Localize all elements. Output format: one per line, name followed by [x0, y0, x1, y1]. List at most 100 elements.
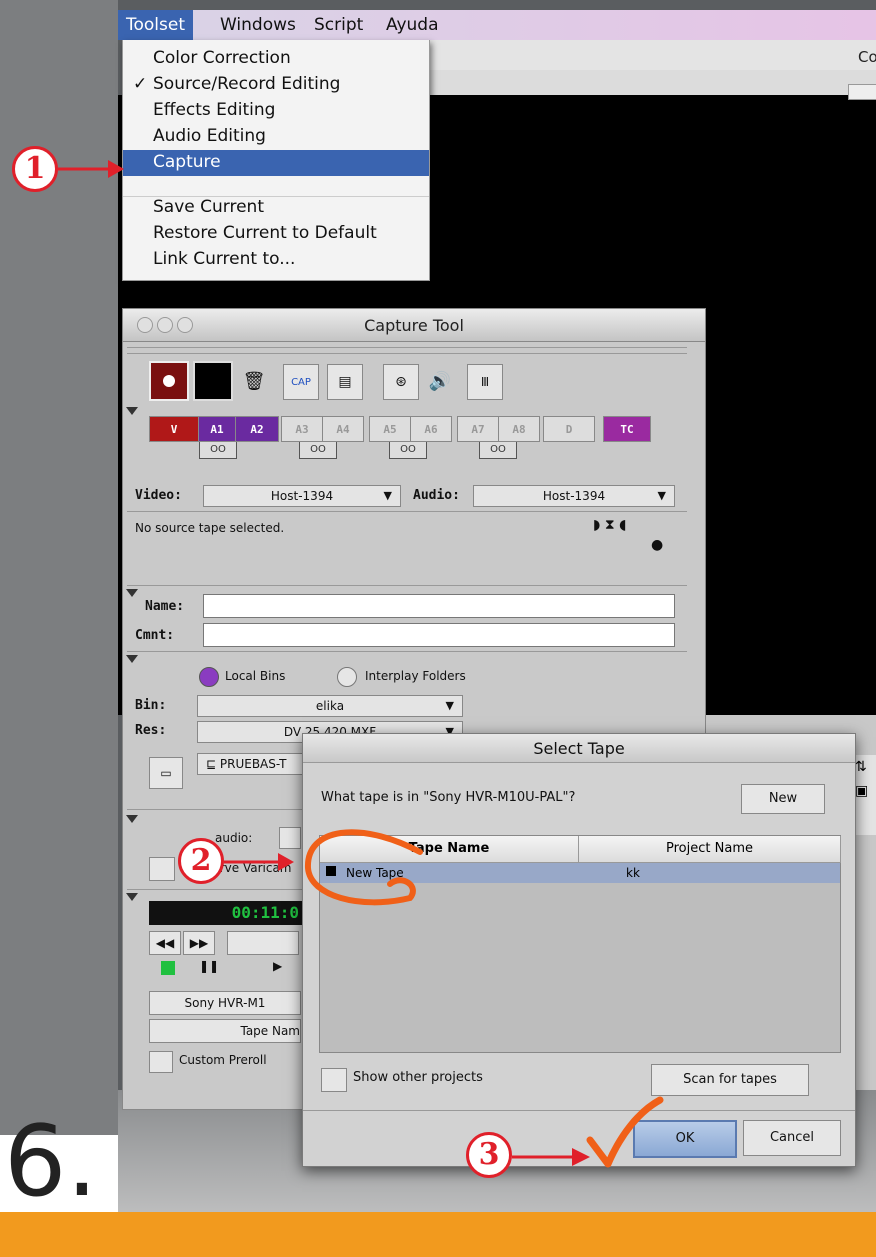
toolset-menu: Color Correction ✓ Source/Record Editing …	[122, 40, 430, 281]
menu-item-audio-editing[interactable]: Audio Editing	[123, 124, 429, 150]
window-toolbar	[428, 70, 876, 95]
shuttle-bar[interactable]	[227, 931, 299, 955]
menu-windows[interactable]: Windows	[220, 15, 296, 35]
track-d[interactable]: D	[543, 416, 595, 442]
trash-icon[interactable]: 🗑	[237, 364, 271, 398]
select-tape-titlebar[interactable]: Select Tape	[303, 734, 855, 763]
collapse-triangle-icon[interactable]	[126, 655, 138, 663]
track-a5[interactable]: A5	[369, 416, 411, 442]
window-field[interactable]	[848, 84, 876, 100]
highlight-scribble-icon	[304, 829, 423, 906]
video-label: Video:	[135, 488, 182, 503]
audio-label: Audio:	[413, 488, 460, 503]
track-a4[interactable]: A4	[322, 416, 364, 442]
dialog-divider	[303, 1110, 855, 1111]
comment-input[interactable]	[203, 623, 675, 647]
name-input[interactable]	[203, 594, 675, 618]
record-button[interactable]	[149, 361, 189, 401]
show-other-projects-label: Show other projects	[353, 1070, 483, 1085]
project-name-column-header[interactable]: Project Name	[579, 836, 841, 863]
divider	[127, 353, 687, 354]
audio-link-icon[interactable]: OO	[479, 442, 517, 459]
local-bins-label: Local Bins	[225, 669, 286, 683]
audio-option-box[interactable]	[279, 827, 301, 849]
scan-for-tapes-button[interactable]: Scan for tapes	[651, 1064, 809, 1096]
pause-button[interactable]: ❚❚	[199, 959, 219, 973]
bin-label: Bin:	[135, 698, 167, 713]
divider	[127, 511, 687, 512]
audio-meter-icon[interactable]: Ⅲ	[467, 364, 503, 400]
track-a2[interactable]: A2	[235, 416, 279, 442]
new-button[interactable]: New	[741, 784, 825, 814]
tape-name-button[interactable]: Tape Nam	[149, 1019, 301, 1043]
play-button[interactable]: ▶	[273, 959, 282, 973]
menu-toolset[interactable]: Toolset	[118, 10, 194, 40]
menu-item-save-current[interactable]: Save Current	[123, 195, 429, 221]
fast-forward-button[interactable]: ▶▶	[183, 931, 215, 955]
speaker-icon[interactable]: 🔊	[423, 364, 457, 398]
res-label: Res:	[135, 723, 167, 738]
record-icon	[163, 375, 175, 387]
video-select[interactable]: Host-1394 ▼	[203, 485, 401, 507]
local-bins-radio[interactable]	[199, 667, 219, 687]
target-drive-select[interactable]: ⊑ PRUEBAS-T	[197, 753, 317, 775]
step-1-marker: 1	[12, 146, 58, 192]
arrow-right-icon	[512, 1148, 590, 1166]
menu-item-restore-current[interactable]: Restore Current to Default	[123, 221, 429, 247]
interplay-folders-label: Interplay Folders	[365, 669, 466, 683]
menu-item-effects-editing[interactable]: Effects Editing	[123, 98, 429, 124]
divider	[127, 347, 687, 348]
audio-link-icon[interactable]: OO	[199, 442, 237, 459]
menu-script[interactable]: Script	[314, 15, 363, 35]
chevron-down-icon: ▼	[383, 489, 392, 502]
collapse-triangle-icon[interactable]	[126, 407, 138, 415]
audio-select[interactable]: Host-1394 ▼	[473, 485, 675, 507]
interplay-folders-radio[interactable]	[337, 667, 357, 687]
menu-item-source-record-editing[interactable]: ✓ Source/Record Editing	[123, 72, 429, 98]
name-label: Name:	[145, 599, 185, 614]
track-v[interactable]: V	[149, 416, 199, 442]
custom-preroll-checkbox[interactable]	[149, 1051, 173, 1073]
collapse-triangle-icon[interactable]	[126, 893, 138, 901]
bin-select[interactable]: elika ▼	[197, 695, 463, 717]
audio-link-icon[interactable]: OO	[389, 442, 427, 459]
chevron-down-icon: ▼	[657, 489, 666, 502]
deck-dot-icon: ●	[651, 537, 664, 553]
menu-item-capture[interactable]: Capture	[123, 150, 429, 176]
log-icon[interactable]: ▤	[327, 364, 363, 400]
settings-icon[interactable]: ⊛	[383, 364, 419, 400]
drive-icon: ⊑	[206, 757, 220, 771]
cancel-button[interactable]: Cancel	[743, 1120, 841, 1156]
cap-icon[interactable]: CAP	[283, 364, 319, 400]
tape-status-text: No source tape selected.	[135, 521, 285, 535]
rewind-button[interactable]: ◀◀	[149, 931, 181, 955]
collapse-triangle-icon[interactable]	[126, 589, 138, 597]
checkmark-icon	[586, 1096, 664, 1168]
track-a6[interactable]: A6	[410, 416, 452, 442]
arrow-right-icon	[224, 853, 294, 871]
show-other-projects-checkbox[interactable]	[321, 1068, 347, 1092]
menu-item-color-correction[interactable]: Color Correction	[123, 46, 429, 72]
select-tape-dialog: Select Tape What tape is in "Sony HVR-M1…	[302, 733, 856, 1167]
menu-item-link-current[interactable]: Link Current to...	[123, 247, 429, 273]
preserve-checkbox[interactable]	[149, 857, 175, 881]
capture-mode-button[interactable]	[193, 361, 233, 401]
track-a7[interactable]: A7	[457, 416, 499, 442]
capture-tool-titlebar[interactable]: Capture Tool	[123, 309, 705, 342]
divider	[127, 585, 687, 586]
track-a8[interactable]: A8	[498, 416, 540, 442]
step-2-marker: 2	[178, 838, 224, 884]
track-a1[interactable]: A1	[198, 416, 236, 442]
bottom-bar	[0, 1212, 876, 1257]
track-tc[interactable]: TC	[603, 416, 651, 442]
tape-button[interactable]: ▭	[149, 757, 183, 789]
audio-link-icon[interactable]: OO	[299, 442, 337, 459]
custom-preroll-label: Custom Preroll	[179, 1053, 267, 1067]
deck-select-button[interactable]: Sony HVR-M1	[149, 991, 301, 1015]
select-tape-title: Select Tape	[533, 739, 625, 758]
track-a3[interactable]: A3	[281, 416, 323, 442]
menu-ayuda[interactable]: Ayuda	[386, 15, 439, 35]
collapse-triangle-icon[interactable]	[126, 815, 138, 823]
tape-icon: ▭	[160, 766, 172, 780]
tape-question: What tape is in "Sony HVR-M10U-PAL"?	[321, 790, 576, 805]
